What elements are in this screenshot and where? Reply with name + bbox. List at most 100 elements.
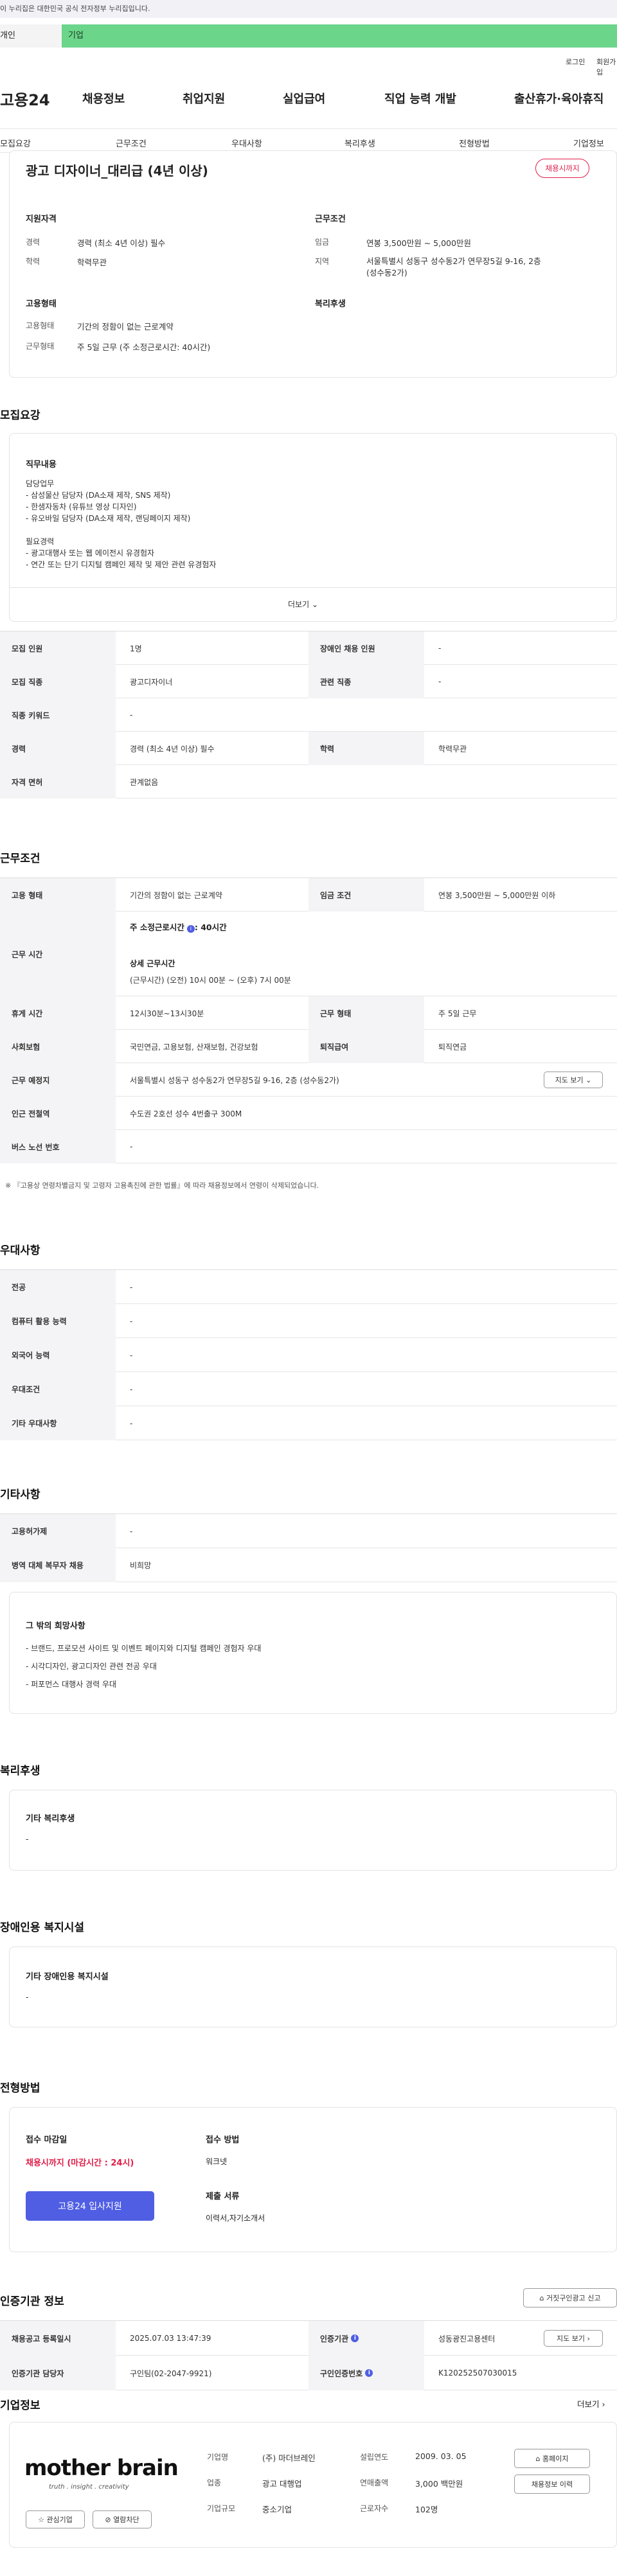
gnb-training[interactable]: 직업 능력 개발 (384, 90, 456, 107)
hours-label: 근무형태 (26, 342, 55, 351)
row-value: 학력무관 (438, 744, 467, 754)
table-row: 고용 형태 기간의 정함이 없는 근로계약 임금 조건 연봉 3,500만원 ~… (0, 878, 617, 912)
site-logo[interactable]: 고용24 (0, 87, 50, 110)
emp-label: 고용형태 (26, 321, 55, 330)
row-label: 외국어 능력 (0, 1338, 116, 1372)
gov-banner: 이 누리집은 대한민국 공식 전자정부 누리집입니다. (0, 0, 617, 18)
welfare-heading: 복리후생 (315, 299, 346, 309)
other-box-lines: - 브랜드, 프로모션 사이트 및 이벤트 페이지와 디지털 캠페인 경험자 우… (26, 1639, 261, 1693)
info-icon[interactable]: i (351, 2334, 359, 2342)
report-icon: ⌂ (539, 2293, 544, 2302)
jobs-history-button[interactable]: 채용정보 이력 (514, 2475, 590, 2494)
docs-title: 제출 서류 (206, 2192, 240, 2201)
table-row: 근무 예정지 서울특별시 성동구 성수동2가 연무장5길 9-16, 2층 (성… (0, 1063, 617, 1097)
gnb-jobs[interactable]: 채용정보 (82, 90, 125, 107)
row-label: 인근 전철역 (0, 1097, 116, 1130)
other-box-title: 그 밖의 희망사항 (26, 1621, 85, 1631)
login-link[interactable]: 로그인 (566, 57, 585, 67)
size-value: 중소기업 (262, 2505, 292, 2514)
gnb-parental-leave[interactable]: 출산휴가·육아휴직 (514, 90, 604, 107)
block-button[interactable]: ⊘ 열람차단 (93, 2510, 152, 2528)
company-more-link[interactable]: 더보기 › (577, 2397, 605, 2410)
info-icon[interactable]: i (365, 2369, 373, 2377)
career-value: 경력 (최소 4년 이상) 필수 (77, 238, 166, 248)
row-value: 관계없음 (130, 777, 159, 787)
tab-personal[interactable]: 개인 (0, 24, 62, 48)
sales-label: 연매출액 (360, 2478, 389, 2487)
map-button-label: 지도 보기 (555, 1076, 584, 1084)
company-heading: 기업정보 (0, 2399, 40, 2412)
row-value: - (130, 1418, 133, 1428)
duty-line: - 유오바일 담당자 (DA소재 제작, 랜딩페이지 제작) (26, 514, 191, 523)
table-row: 외국어 능력 - (0, 1338, 617, 1372)
row-label: 인증기관 i (308, 2321, 424, 2356)
nav-process[interactable]: 전형방법 (459, 137, 490, 149)
row-label: 경력 (0, 732, 116, 765)
industry-label: 업종 (207, 2478, 222, 2487)
hours-main-label: 주 소정근로시간 (130, 922, 184, 932)
emp-heading: 고용형태 (26, 299, 57, 309)
row-value: - (130, 710, 133, 719)
nav-recruit[interactable]: 모집요강 (0, 137, 31, 149)
founded-value: 2009. 03. 05 (415, 2451, 467, 2461)
company-name-label: 기업명 (207, 2453, 229, 2462)
nav-preference[interactable]: 우대사항 (231, 137, 262, 149)
gnb-unemployment[interactable]: 실업급여 (283, 90, 325, 107)
info-icon[interactable]: i (186, 925, 195, 933)
gnb-employment-support[interactable]: 취업지원 (183, 90, 225, 107)
staff-value: 102명 (415, 2505, 438, 2514)
conditions-table: 고용 형태 기간의 정함이 없는 근로계약 임금 조건 연봉 3,500만원 ~… (0, 878, 617, 1163)
other-line: - 시각디자인, 광고디자인 관련 전공 우대 (26, 1662, 157, 1671)
row-value: 주 5일 근무 (438, 1009, 477, 1018)
founded-label: 설립연도 (360, 2453, 389, 2462)
signup-link[interactable]: 회원가입 (596, 57, 617, 77)
method-title: 접수 방법 (206, 2135, 240, 2145)
other-table: 고용허가제 - 병역 대체 복무자 채용 비희망 (0, 1513, 617, 1582)
row-value: - (130, 1526, 133, 1536)
duty-title: 직무내용 (26, 460, 57, 470)
process-heading: 전형방법 (0, 2082, 40, 2095)
row-label: 자격 면허 (0, 765, 116, 798)
more-label: 더보기 (288, 600, 310, 609)
apply-button[interactable]: 고용24 입사지원 (26, 2191, 154, 2221)
recruit-table: 모집 인원 1명 장애인 채용 인원 - 모집 직종 광고디자이너 관련 직종 … (0, 631, 617, 798)
wage-label: 임금 (315, 238, 330, 247)
row-value: 구인팀(02-2047-9921) (130, 2369, 212, 2378)
row-value: 광고디자이너 (130, 677, 173, 687)
duty-line: - 연간 또는 단기 디지털 캠페인 제작 및 제안 관련 유경험자 (26, 560, 217, 569)
row-value: - (438, 677, 442, 686)
table-row: 컴퓨터 활용 능력 - (0, 1304, 617, 1338)
support-heading: 지원자격 (26, 215, 57, 224)
row-value: - (130, 1384, 133, 1394)
company-logo-tagline: truth . insight . creativity (49, 2483, 129, 2491)
auth-map-button[interactable]: 지도 보기 › (544, 2330, 603, 2347)
interest-button[interactable]: ☆ 관심기업 (26, 2510, 85, 2528)
table-row: 직종 키워드 - (0, 698, 617, 732)
nav-conditions[interactable]: 근무조건 (116, 137, 147, 149)
region-value-2: (성수동2가) (366, 268, 407, 278)
map-button[interactable]: 지도 보기 ⌄ (544, 1072, 603, 1088)
welfare-card (9, 1790, 617, 1871)
row-label: 직종 키워드 (0, 698, 116, 732)
row-value: 12시30분~13시30분 (130, 1009, 204, 1018)
homepage-button[interactable]: ⌂ 홈페이지 (514, 2449, 590, 2468)
more-button[interactable]: 더보기 ⌄ (288, 599, 318, 610)
row-value: 1명 (130, 644, 142, 653)
table-row: 채용공고 등록일시 2025.07.03 13:47:39 인증기관 i 성동광… (0, 2321, 617, 2356)
region-value: 서울특별시 성동구 성수동2가 연무장5길 9-16, 2층 (366, 256, 541, 266)
row-label: 기타 우대사항 (0, 1406, 116, 1440)
row-label: 우대조건 (0, 1372, 116, 1406)
tab-company[interactable]: 기업 (62, 24, 617, 48)
row-value: - (130, 1142, 133, 1151)
nav-welfare[interactable]: 복리후생 (344, 137, 375, 149)
hours-main: 주 소정근로시간 i: 40시간 (130, 921, 227, 933)
row-label: 인증기관 담당자 (0, 2356, 116, 2390)
row-label: 학력 (308, 732, 424, 765)
duty-line: 담당업무 (26, 479, 55, 488)
row-label: 임금 조건 (308, 878, 424, 912)
nav-company[interactable]: 기업정보 (573, 137, 604, 149)
row-label: 근무 형태 (308, 996, 424, 1030)
hours-detail: (근무시간) (오전) 10시 00분 ~ (오후) 7시 00분 (130, 976, 291, 985)
work-heading: 근무조건 (315, 215, 346, 224)
report-button[interactable]: ⌂ 거짓구인광고 신고 (523, 2288, 617, 2307)
